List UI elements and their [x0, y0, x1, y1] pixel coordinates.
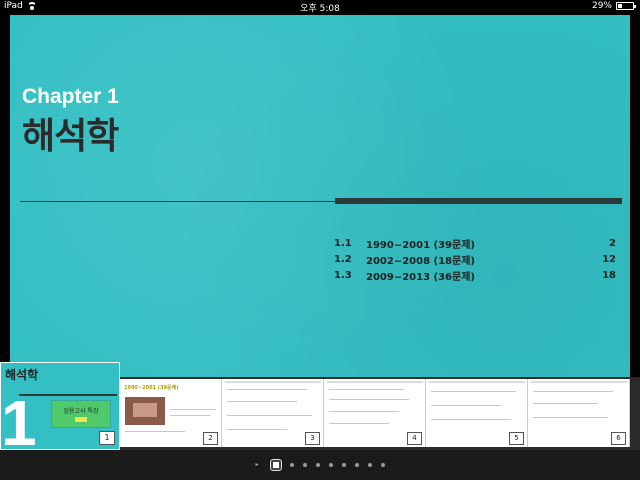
divider-thick: [335, 198, 622, 204]
toc-page: 2: [609, 237, 616, 249]
page-dot[interactable]: [289, 463, 294, 467]
battery-icon: [616, 2, 636, 10]
toc-title: 2009~2013 (36문제): [366, 271, 475, 283]
status-bar: iPad 오후 5:08 29%: [0, 0, 640, 14]
clock: 오후 5:08: [300, 4, 340, 14]
toc-row[interactable]: 1.3 2009~2013 (36문제) 18: [334, 267, 616, 283]
toc-title: 1990~2001 (39문제): [366, 239, 475, 251]
thumbnail-page-number: 6: [611, 432, 626, 445]
page-dot[interactable]: [302, 463, 307, 467]
chapter-label: Chapter 1: [22, 85, 119, 108]
thumbnail-page-number: 2: [203, 432, 218, 445]
thumbnail-page[interactable]: 3: [222, 379, 324, 447]
chapter-page[interactable]: Chapter 1 해석학 1.1 1990~2001 (39문제) 2 1.2…: [10, 15, 630, 387]
toc-page: 18: [602, 269, 616, 281]
toc-title: 2002~2008 (18문제): [366, 255, 475, 267]
thumbnail-card: 임용고사 특강: [51, 400, 111, 428]
page-dot-current[interactable]: [269, 459, 282, 471]
thumbnail-chapter-number: 1: [1, 387, 37, 450]
thumbnail-page-number: 3: [305, 432, 320, 445]
toc-row[interactable]: 1.2 2002~2008 (18문제) 12: [334, 251, 616, 267]
thumbnail-page[interactable]: 6: [528, 379, 630, 447]
toc-number: 1.1: [334, 237, 352, 249]
toc-row[interactable]: 1.1 1990~2001 (39문제) 2: [334, 235, 616, 251]
toc-number: 1.3: [334, 269, 352, 281]
table-of-contents: 1.1 1990~2001 (39문제) 2 1.2 2002~2008 (18…: [334, 235, 616, 283]
search-icon[interactable]: ▸: [256, 462, 262, 468]
thumbnail-current-page[interactable]: 해석학 1 임용고사 특강 1: [0, 362, 120, 450]
thumbnail-page-number: 4: [407, 432, 422, 445]
page-dot[interactable]: [328, 463, 333, 467]
page-dot[interactable]: [315, 463, 320, 467]
thumbnail-page-number: 5: [509, 432, 524, 445]
battery-percent: 29%: [591, 1, 612, 11]
page-dot[interactable]: [354, 463, 359, 467]
page-dot[interactable]: [367, 463, 372, 467]
thumbnail-page-number: 1: [99, 431, 115, 445]
thumbnail-photo: [125, 397, 165, 425]
toc-page: 12: [602, 253, 616, 265]
divider-thin: [20, 201, 336, 202]
thumbnail-card-text: 임용고사 특강: [63, 408, 99, 415]
thumbnail-title: 해석학: [5, 368, 39, 382]
chapter-title: 해석학: [22, 116, 119, 157]
thumbnail-page[interactable]: 5: [426, 379, 528, 447]
page-dot[interactable]: [380, 463, 385, 467]
toc-number: 1.2: [334, 253, 352, 265]
thumbnail-heading: 1990~2001 (39문제): [124, 385, 179, 391]
page-indicator[interactable]: ▸: [0, 450, 640, 480]
thumbnail-page[interactable]: 1990~2001 (39문제) 2: [120, 379, 222, 447]
page-dot[interactable]: [341, 463, 346, 467]
thumbnail-page[interactable]: 4: [324, 379, 426, 447]
